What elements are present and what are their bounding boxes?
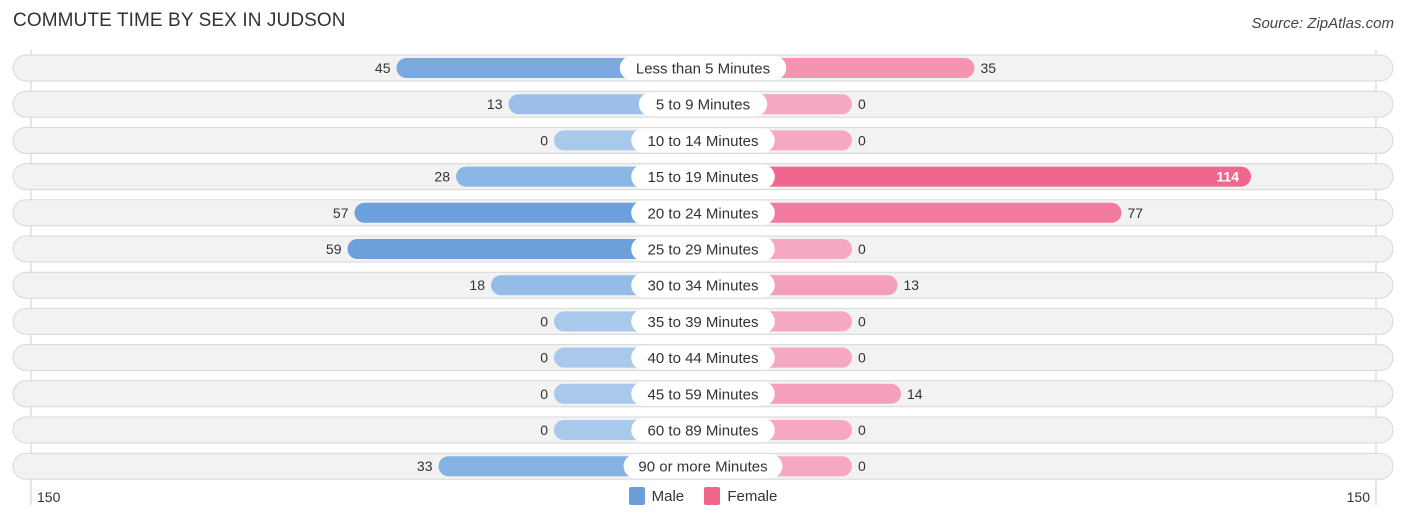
value-label-male: 45: [375, 60, 391, 76]
chart-canvas: Less than 5 Minutes 45 35 5 to 9 Minutes 13 0…: [12, 50, 1394, 505]
value-label-female: 77: [1128, 205, 1144, 221]
category-label: 15 to 19 Minutes: [648, 169, 759, 186]
value-label-male: 59: [326, 241, 342, 257]
category-label: 90 or more Minutes: [638, 459, 767, 476]
category-label: 20 to 24 Minutes: [648, 205, 759, 222]
value-label-male: 13: [487, 96, 503, 112]
legend-label-male: Male: [651, 487, 685, 505]
value-label-female: 0: [858, 96, 866, 112]
legend-swatch-female: [704, 487, 721, 505]
value-label-male: 0: [540, 313, 548, 329]
category-label: 45 to 59 Minutes: [648, 386, 759, 403]
legend-swatch-male: [628, 487, 645, 505]
category-label: 5 to 9 Minutes: [656, 97, 750, 114]
bar-female: [703, 166, 1251, 187]
value-label-female: 0: [858, 313, 866, 329]
value-label-female: 0: [858, 241, 866, 257]
value-label-female: 0: [858, 132, 866, 148]
legend-item-male[interactable]: Male: [628, 487, 685, 505]
value-label-male: 0: [540, 132, 548, 148]
legend: Male Female: [0, 487, 1406, 509]
value-label-female: 0: [858, 422, 866, 438]
category-label: 60 to 89 Minutes: [648, 423, 759, 440]
value-label-female: 35: [981, 60, 997, 76]
category-label: 25 to 29 Minutes: [648, 242, 759, 259]
category-label: Less than 5 Minutes: [636, 61, 770, 78]
value-label-female: 0: [858, 350, 866, 366]
value-label-female: 114: [1216, 169, 1239, 185]
value-label-male: 28: [434, 169, 450, 185]
category-label: 40 to 44 Minutes: [648, 350, 759, 367]
value-label-male: 57: [333, 205, 349, 221]
category-label: 30 to 34 Minutes: [648, 278, 759, 295]
category-label: 35 to 39 Minutes: [648, 314, 759, 331]
value-label-male: 0: [540, 350, 548, 366]
legend-item-female[interactable]: Female: [704, 487, 777, 505]
value-label-male: 18: [469, 277, 485, 293]
legend-label-female: Female: [727, 487, 778, 505]
value-label-male: 0: [540, 422, 548, 438]
value-label-male: 0: [540, 386, 548, 402]
category-label: 10 to 14 Minutes: [648, 133, 759, 150]
value-label-female: 13: [904, 277, 920, 293]
value-label-female: 0: [858, 458, 866, 474]
value-label-female: 14: [907, 386, 923, 402]
value-label-male: 33: [417, 458, 433, 474]
